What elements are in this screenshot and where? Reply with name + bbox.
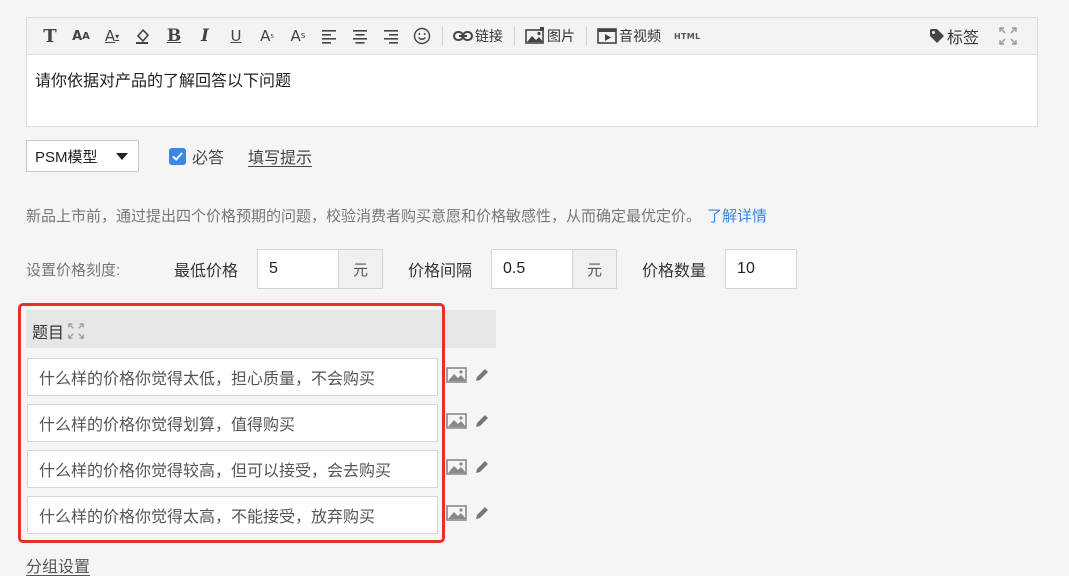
question-row: 什么样的价格你觉得划算，值得购买 bbox=[26, 404, 496, 444]
toolbar-divider bbox=[442, 26, 443, 46]
italic-icon[interactable]: I bbox=[194, 24, 216, 48]
tag-icon bbox=[929, 29, 944, 43]
fullscreen-icon[interactable] bbox=[997, 24, 1019, 48]
html-button[interactable]: HTML bbox=[672, 24, 702, 48]
price-count-input[interactable]: 10 bbox=[726, 250, 796, 288]
question-row: 什么样的价格你觉得较高，但可以接受，会去购买 bbox=[26, 450, 496, 490]
group-settings-link[interactable]: 分组设置 bbox=[26, 553, 90, 576]
min-price-unit: 元 bbox=[338, 250, 383, 288]
font-icon[interactable]: T bbox=[39, 24, 61, 48]
expand-icon[interactable] bbox=[68, 323, 84, 339]
question-options-row: PSM模型 必答 填写提示 bbox=[26, 140, 312, 172]
question-row: 什么样的价格你觉得太低，担心质量，不会购买 bbox=[26, 358, 496, 398]
highlight-color-icon[interactable] bbox=[132, 24, 154, 48]
question-type-value: PSM模型 bbox=[35, 148, 98, 166]
link-button[interactable]: 链接 bbox=[451, 24, 505, 48]
questions-table-header: 题目 bbox=[26, 310, 496, 348]
image-icon[interactable] bbox=[446, 504, 468, 522]
question-title-text: 请你依据对产品的了解回答以下问题 bbox=[35, 73, 292, 90]
subscript-icon[interactable]: A₅ bbox=[256, 24, 278, 48]
image-icon[interactable] bbox=[446, 458, 468, 476]
question-input-1[interactable]: 什么样的价格你觉得太低，担心质量，不会购买 bbox=[27, 358, 438, 396]
emoji-icon[interactable] bbox=[411, 24, 433, 48]
min-price-input[interactable]: 5 bbox=[258, 250, 338, 288]
edit-pencil-icon[interactable] bbox=[474, 413, 490, 429]
toolbar-right: 标签 bbox=[911, 18, 1019, 54]
price-count-label: 价格数量 bbox=[642, 263, 707, 280]
caret-down-icon bbox=[116, 152, 128, 160]
image-button[interactable]: 图片 bbox=[523, 24, 577, 48]
required-checkbox[interactable] bbox=[169, 147, 186, 165]
superscript-icon[interactable]: As bbox=[287, 24, 309, 48]
price-interval-label: 价格间隔 bbox=[408, 263, 473, 280]
rich-text-editor: T AA A ▾ B I U A₅ As 链接 图片 音视频 HTML 标签 请… bbox=[26, 17, 1038, 127]
question-input-3[interactable]: 什么样的价格你觉得较高，但可以接受，会去购买 bbox=[27, 450, 438, 488]
question-row-actions bbox=[446, 504, 496, 522]
align-center-icon[interactable] bbox=[349, 24, 371, 48]
question-input-4[interactable]: 什么样的价格你觉得太高，不能接受，放弃购买 bbox=[27, 496, 438, 534]
align-left-icon[interactable] bbox=[318, 24, 340, 48]
price-scale-row: 设置价格刻度: 最低价格 5 元 价格间隔 0.5 元 价格数量 10 bbox=[26, 249, 822, 289]
price-scale-label: 设置价格刻度: bbox=[26, 261, 121, 279]
price-count-input-group: 10 bbox=[725, 249, 798, 289]
question-row-actions bbox=[446, 366, 496, 384]
underline-icon[interactable]: U bbox=[225, 24, 247, 48]
edit-pencil-icon[interactable] bbox=[474, 505, 490, 521]
toolbar-divider bbox=[514, 26, 515, 46]
question-row-actions bbox=[446, 458, 496, 476]
bold-icon[interactable]: B bbox=[163, 24, 185, 48]
question-row-actions bbox=[446, 412, 496, 430]
image-icon[interactable] bbox=[446, 412, 468, 430]
checkmark-icon bbox=[172, 151, 183, 161]
video-icon bbox=[597, 28, 617, 44]
fill-hint-link[interactable]: 填写提示 bbox=[248, 144, 312, 168]
font-size-icon[interactable]: AA bbox=[70, 24, 92, 48]
toolbar-divider bbox=[586, 26, 587, 46]
image-icon[interactable] bbox=[446, 366, 468, 384]
learn-more-link[interactable]: 了解详情 bbox=[707, 208, 767, 225]
align-right-icon[interactable] bbox=[380, 24, 402, 48]
audio-video-button[interactable]: 音视频 bbox=[595, 24, 663, 48]
question-input-2[interactable]: 什么样的价格你觉得划算，值得购买 bbox=[27, 404, 438, 442]
psm-description: 新品上市前，通过提出四个价格预期的问题，校验消费者购买意愿和价格敏感性，从而确定… bbox=[26, 205, 767, 226]
font-color-icon[interactable]: A ▾ bbox=[101, 24, 123, 48]
questions-header: 题目 bbox=[32, 319, 84, 343]
description-text: 新品上市前，通过提出四个价格预期的问题，校验消费者购买意愿和价格敏感性，从而确定… bbox=[26, 208, 702, 225]
editor-toolbar: T AA A ▾ B I U A₅ As 链接 图片 音视频 HTML 标签 bbox=[27, 18, 1037, 55]
tag-button[interactable]: 标签 bbox=[927, 24, 981, 48]
link-icon bbox=[453, 31, 473, 41]
price-interval-input-group: 0.5 元 bbox=[491, 249, 618, 289]
min-price-label: 最低价格 bbox=[174, 263, 239, 280]
question-type-select[interactable]: PSM模型 bbox=[26, 140, 139, 172]
editor-content[interactable]: 请你依据对产品的了解回答以下问题 bbox=[27, 55, 1037, 103]
min-price-input-group: 5 元 bbox=[257, 249, 384, 289]
questions-header-label: 题目 bbox=[32, 325, 65, 342]
edit-pencil-icon[interactable] bbox=[474, 367, 490, 383]
image-icon bbox=[525, 27, 544, 44]
question-row: 什么样的价格你觉得太高，不能接受，放弃购买 bbox=[26, 496, 496, 536]
price-interval-input[interactable]: 0.5 bbox=[492, 250, 572, 288]
price-interval-unit: 元 bbox=[572, 250, 617, 288]
required-label[interactable]: 必答 bbox=[192, 144, 224, 168]
edit-pencil-icon[interactable] bbox=[474, 459, 490, 475]
